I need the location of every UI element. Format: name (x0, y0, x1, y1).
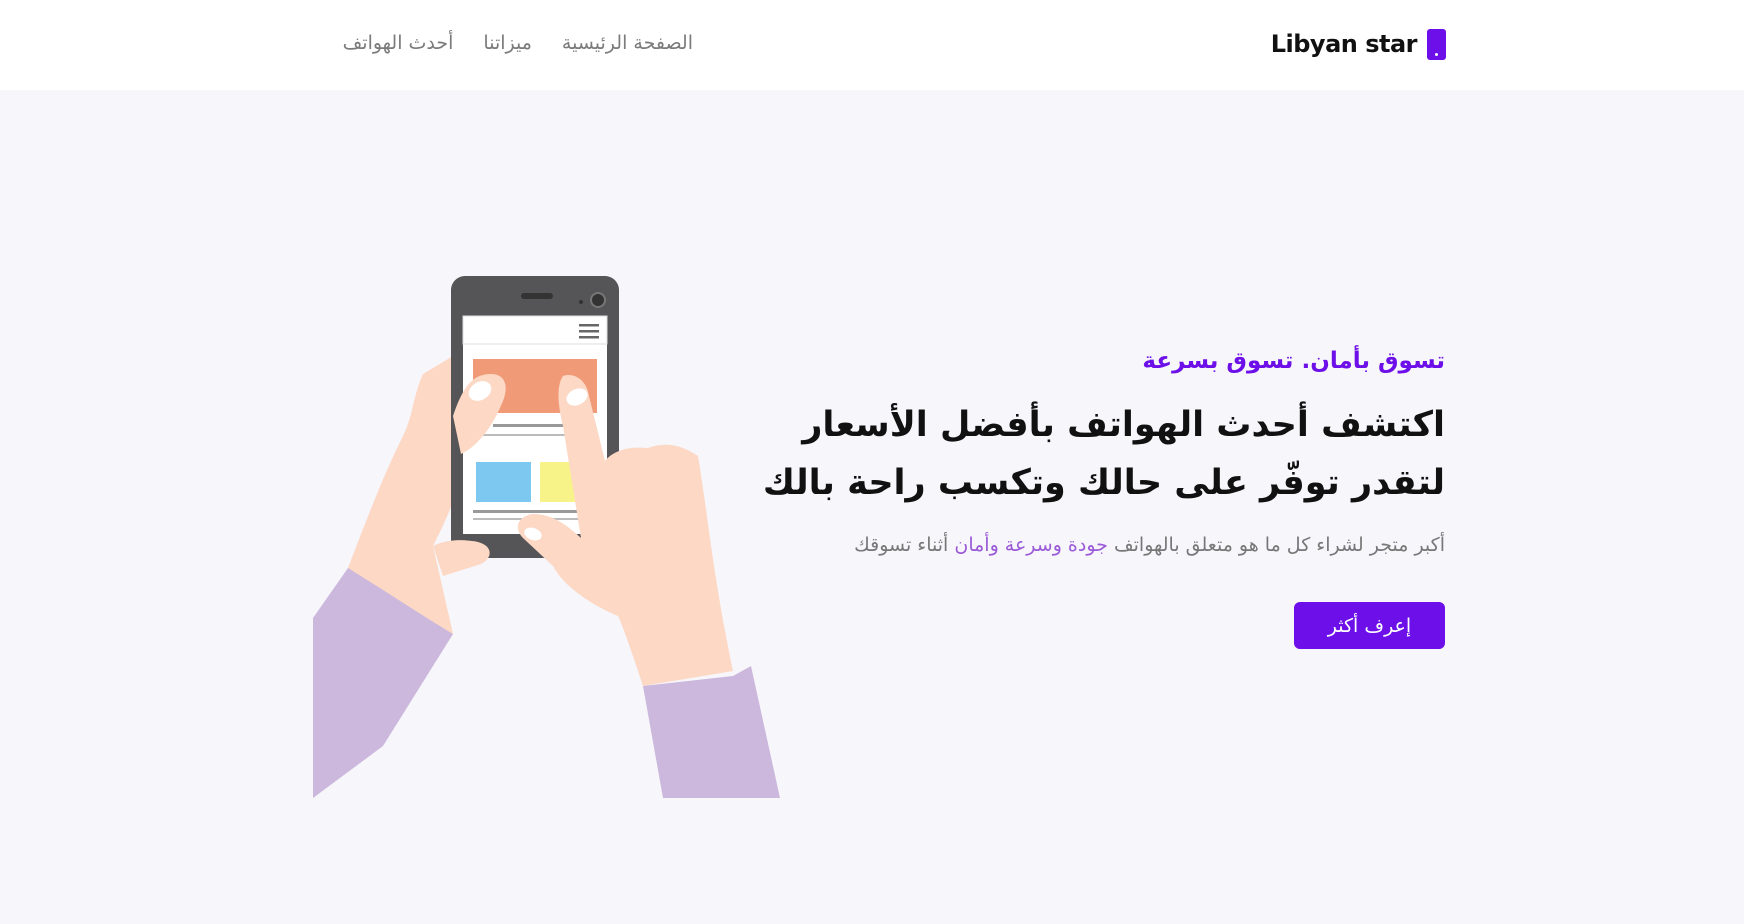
brand-name: Libyan star (1270, 30, 1418, 58)
hero-headline-line-1: اكتشف أحدث الهواتف بأفضل الأسعار (802, 405, 1445, 445)
learn-more-button[interactable]: إعرف أكثر (1294, 602, 1445, 649)
hero-tagline: تسوق بأمان. تسوق بسرعة (1142, 348, 1445, 374)
nav-item-latest-phones[interactable]: أحدث الهواتف (343, 32, 454, 62)
hero-subtitle-end: أثناء تسوقك (854, 534, 949, 556)
nav-menu: الصفحة الرئيسية ميزاتنا أحدث الهواتف (328, 32, 693, 62)
brand-logo[interactable]: Libyan star (1271, 24, 1446, 64)
hero-headline-line-2: لتقدر توفّر على حالك وتكسب راحة بالك (762, 463, 1445, 503)
nav-item-features[interactable]: ميزاتنا (483, 32, 531, 62)
hero-subtitle-highlight: جودة وسرعة وأمان (954, 534, 1108, 556)
hero-subtitle-start: أكبر متجر لشراء كل ما هو متعلق بالهواتف (1113, 534, 1445, 556)
phone-icon (1427, 28, 1446, 60)
nav-item-home[interactable]: الصفحة الرئيسية (562, 32, 693, 62)
hands-holding-phone-illustration (313, 276, 780, 798)
hero-section: تسوق بأمان. تسوق بسرعة اكتشف أحدث الهوات… (725, 348, 1445, 556)
navbar: Libyan star الصفحة الرئيسية ميزاتنا أحدث… (0, 0, 1744, 90)
hero-subtitle: أكبر متجر لشراء كل ما هو متعلق بالهواتف … (725, 534, 1445, 556)
hero-headline: اكتشف أحدث الهواتف بأفضل الأسعار لتقدر ت… (725, 396, 1445, 512)
